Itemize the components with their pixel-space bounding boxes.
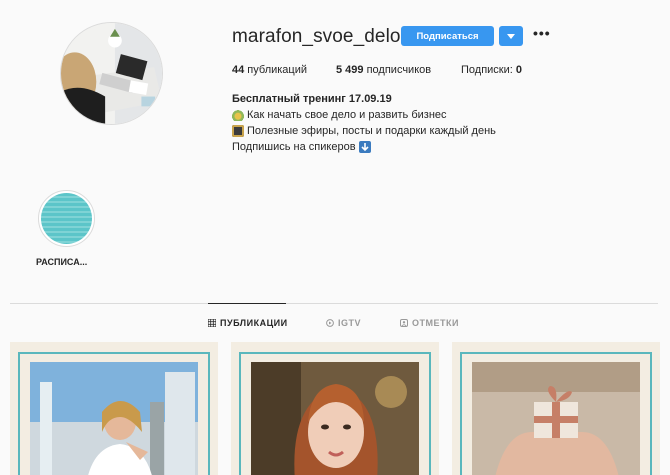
bio-line-3: Подпишись на спикеров xyxy=(232,141,371,153)
following-stat[interactable]: Подписки: 0 xyxy=(461,64,522,76)
suggestions-dropdown-button[interactable] xyxy=(499,26,523,46)
post-photo xyxy=(251,362,419,475)
tab-tagged-label: ОТМЕТКИ xyxy=(412,318,459,328)
active-tab-indicator xyxy=(208,303,286,304)
chevron-down-icon xyxy=(507,33,515,39)
post-photo xyxy=(30,362,198,475)
posts-stat: 44 публикаций xyxy=(232,64,307,76)
tab-igtv[interactable]: IGTV xyxy=(326,318,361,328)
bio-line-2: Полезные эфиры, посты и подарки каждый д… xyxy=(232,125,496,137)
tabs-divider xyxy=(10,303,658,304)
avatar-photo xyxy=(61,23,162,124)
following-count: 0 xyxy=(515,64,522,76)
followers-count: 5 499 xyxy=(336,64,364,76)
bio-line-1-text: Как начать свое дело и развить бизнес xyxy=(247,109,447,121)
tab-posts[interactable]: ПУБЛИКАЦИИ xyxy=(208,318,288,328)
posts-count: 44 xyxy=(232,64,245,76)
tab-tagged[interactable]: ОТМЕТКИ xyxy=(400,318,459,328)
bio-line-3-text: Подпишись на спикеров xyxy=(232,141,356,153)
profile-avatar[interactable] xyxy=(60,22,163,125)
story-highlight-cover xyxy=(41,193,92,244)
posts-label: публикаций xyxy=(244,64,308,76)
followers-label: подписчиков xyxy=(363,64,432,76)
sprout-emoji-icon xyxy=(232,109,244,121)
following-label: Подписки: xyxy=(461,64,516,76)
story-highlight-label: РАСПИСА... xyxy=(36,257,88,267)
post-photo xyxy=(472,362,640,475)
bio-line-2-text: Полезные эфиры, посты и подарки каждый д… xyxy=(247,125,496,137)
bio-title: Бесплатный тренинг 17.09.19 xyxy=(232,93,392,105)
tab-posts-label: ПУБЛИКАЦИИ xyxy=(220,318,288,328)
post-tile[interactable] xyxy=(231,342,439,475)
tab-igtv-label: IGTV xyxy=(338,318,362,328)
followers-stat[interactable]: 5 499 подписчиков xyxy=(336,64,431,76)
arrow-down-emoji-icon xyxy=(358,141,371,153)
post-tile[interactable] xyxy=(10,342,218,475)
more-options-icon[interactable]: ••• xyxy=(533,26,551,40)
post-tile[interactable] xyxy=(452,342,660,475)
story-highlight[interactable] xyxy=(38,190,95,247)
grid-icon xyxy=(208,319,216,327)
igtv-icon xyxy=(326,319,334,327)
profile-username: marafon_svoe_delo xyxy=(232,26,401,47)
bio-line-1: Как начать свое дело и развить бизнес xyxy=(232,109,447,121)
follow-button[interactable]: Подписаться xyxy=(401,26,494,46)
gift-emoji-icon xyxy=(232,125,244,137)
tag-icon xyxy=(400,319,408,327)
